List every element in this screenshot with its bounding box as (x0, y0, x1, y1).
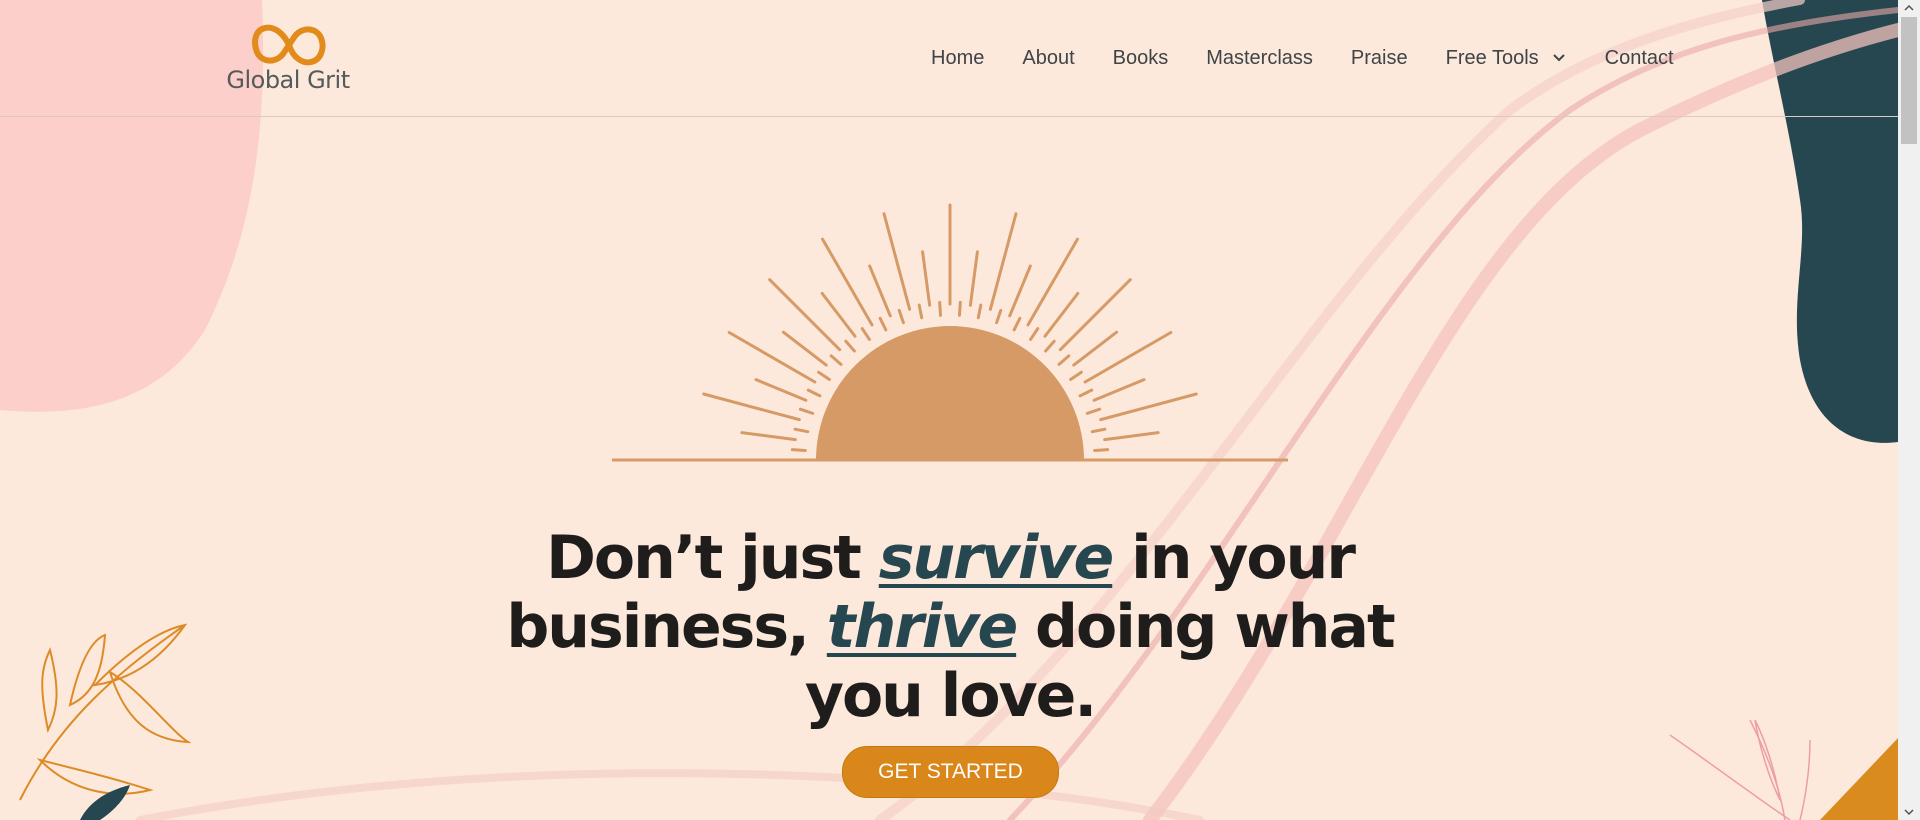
sun-ray-short (1012, 316, 1022, 332)
sun-ray-short (860, 327, 871, 341)
sun-ray-short (817, 370, 831, 381)
sunrise-illustration (612, 203, 1288, 462)
nav-free-tools[interactable]: Free Tools (1446, 47, 1567, 70)
sun-ray (1043, 291, 1080, 338)
sun-ray (702, 392, 801, 422)
sun-ray-short (829, 354, 843, 366)
sun-ray (868, 264, 892, 318)
nav-home-label: Home (931, 46, 985, 69)
get-started-button[interactable]: GET STARTED (842, 746, 1059, 798)
hero-headline: Don’t just survive in your business, thr… (500, 524, 1400, 731)
sun-ray-short (844, 339, 856, 353)
sun-ray-short (798, 407, 815, 415)
sun-ray (1072, 330, 1119, 367)
nav-books-label: Books (1112, 46, 1169, 69)
nav-praise-label: Praise (1350, 46, 1408, 69)
infinity-icon (252, 24, 326, 66)
nav-contact-label: Contact (1604, 46, 1674, 69)
scroll-up-arrow-icon[interactable] (1904, 4, 1914, 12)
sun-ray (1099, 392, 1198, 422)
sun-ray (821, 237, 874, 327)
sun-ray (781, 330, 828, 367)
nav-books[interactable]: Books (1113, 47, 1169, 70)
sun-ray (1083, 331, 1173, 384)
sun-ray-short (1093, 448, 1110, 453)
sun-ray (1103, 431, 1160, 442)
sun-ray-short (1069, 370, 1083, 381)
sun-ray-short (790, 448, 807, 453)
sun-ray-short (793, 427, 810, 434)
headline-emphasis-thrive: thrive (826, 592, 1018, 663)
site-header: Global Grit Home About Books Masterclass… (0, 0, 1898, 117)
nav-praise[interactable]: Praise (1351, 47, 1408, 70)
logo[interactable]: Global Grit (218, 22, 358, 97)
nav-about-label: About (1022, 46, 1075, 69)
headline-part-1: Don’t just (546, 523, 879, 594)
sun-ray (1058, 278, 1132, 352)
nav-masterclass-label: Masterclass (1206, 46, 1313, 69)
leaf-illustration-right (1669, 719, 1811, 820)
sun-ray (988, 212, 1018, 311)
sun-semicircle (816, 326, 1084, 460)
sun-ray-short (1090, 427, 1107, 434)
nav-free-tools-label: Free Tools (1445, 46, 1539, 69)
teal-leaf-shape (80, 785, 130, 820)
nav-home[interactable]: Home (931, 47, 984, 70)
sun-ray-short (917, 303, 924, 320)
sun-ray (1026, 237, 1079, 327)
scroll-down-arrow-icon[interactable] (1904, 808, 1914, 816)
sun-ray-short (1029, 327, 1040, 341)
scrollbar-thumb[interactable] (1901, 17, 1917, 144)
sun-ray-short (1044, 339, 1056, 353)
sun-ray-short (806, 388, 822, 398)
sun-ray (740, 431, 797, 442)
nav-contact[interactable]: Contact (1605, 47, 1674, 70)
sun-ray (1092, 378, 1146, 402)
sun-ray-short (1078, 388, 1094, 398)
sun-ray (768, 278, 842, 352)
nav-masterclass[interactable]: Masterclass (1206, 47, 1313, 70)
sun-ray-short (938, 300, 943, 317)
sun-ray-short (897, 308, 905, 325)
leaf-illustration-left (19, 623, 192, 801)
headline-emphasis-survive: survive (878, 523, 1114, 594)
logo-text: Global Grit (226, 66, 350, 94)
vertical-scrollbar[interactable] (1898, 0, 1920, 820)
sun-ray-short (995, 308, 1003, 325)
sun-ray (882, 212, 912, 311)
sun-ray (1008, 264, 1032, 318)
sun-ray (727, 331, 817, 384)
sun-ray-short (878, 316, 888, 332)
sun-ray (754, 378, 808, 402)
sun-ray-short (976, 303, 983, 320)
sun-ray (820, 291, 857, 338)
sun-ray-short (957, 300, 962, 317)
orange-corner-shape (1820, 738, 1898, 820)
nav-about[interactable]: About (1022, 47, 1074, 70)
sun-ray (921, 250, 932, 307)
sun-ray (968, 250, 979, 307)
chevron-down-icon (1552, 54, 1565, 62)
sun-ray-short (1057, 354, 1071, 366)
sun-ray-short (1085, 407, 1102, 415)
main-nav: Home About Books Masterclass Praise Free… (912, 0, 1693, 116)
